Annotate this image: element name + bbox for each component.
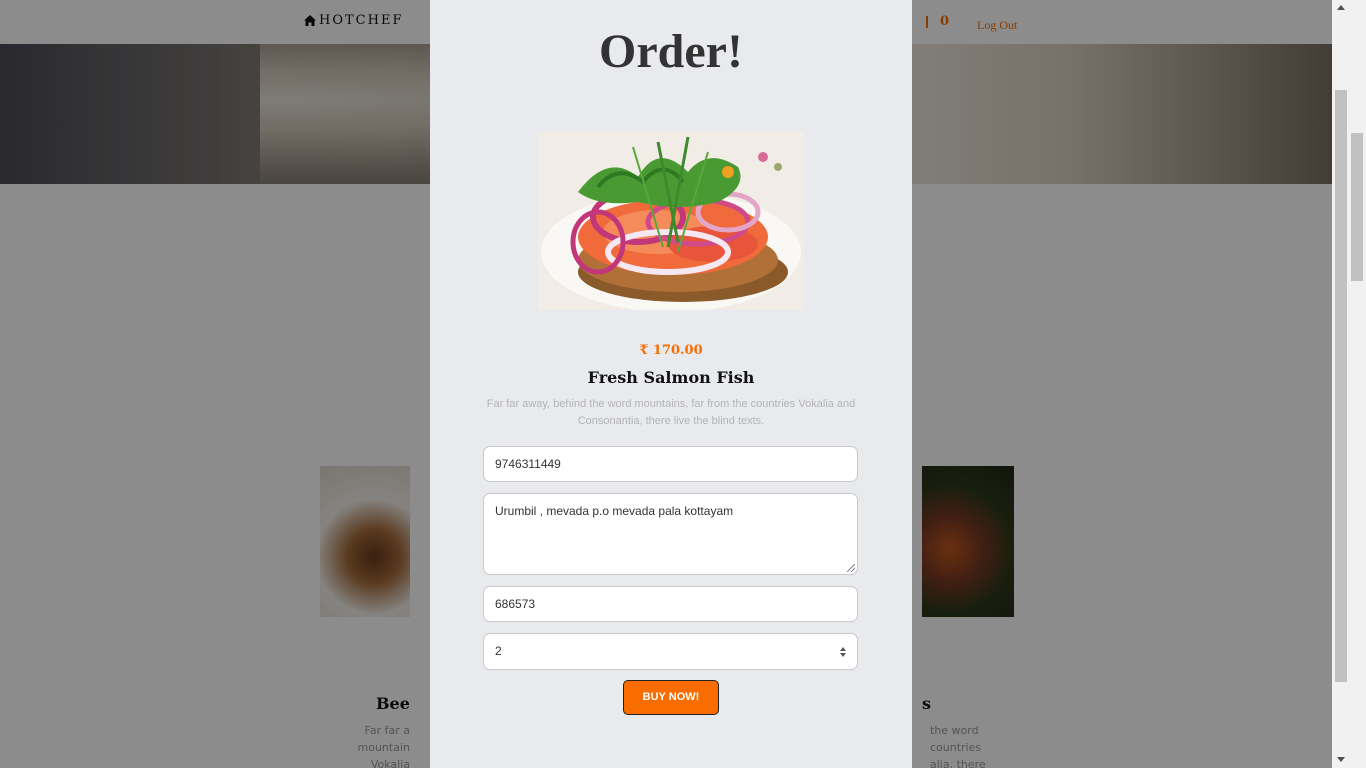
salmon-dish-illustration xyxy=(538,132,804,310)
decrement-icon[interactable] xyxy=(840,653,846,657)
scroll-down-icon[interactable] xyxy=(1337,757,1345,762)
product-description: Far far away, behind the word mountains,… xyxy=(486,398,856,427)
scrollbar-thumb-secondary[interactable] xyxy=(1351,133,1363,281)
address-value: Urumbil , mevada p.o mevada pala kottaya… xyxy=(495,504,734,518)
pincode-value: 686573 xyxy=(495,597,536,611)
scroll-up-icon[interactable] xyxy=(1337,5,1345,10)
quantity-stepper[interactable]: 2 xyxy=(483,633,858,670)
modal-title: Order! xyxy=(599,25,743,78)
pincode-input[interactable]: 686573 xyxy=(483,586,858,622)
scrollbar-thumb[interactable] xyxy=(1335,90,1347,682)
increment-icon[interactable] xyxy=(840,647,846,651)
phone-input[interactable]: 9746311449 xyxy=(483,446,858,482)
spinner-icon[interactable] xyxy=(839,645,846,659)
product-name: Fresh Salmon Fish xyxy=(587,368,755,387)
resize-grip-icon[interactable] xyxy=(847,564,855,572)
phone-value: 9746311449 xyxy=(495,457,561,471)
address-textarea[interactable]: Urumbil , mevada p.o mevada pala kottaya… xyxy=(483,493,858,575)
order-modal: Order! ₹ 170.00 Fresh Salmon Fish Far fa… xyxy=(430,0,912,768)
product-image xyxy=(538,132,804,310)
buy-now-button[interactable]: BUY NOW! xyxy=(623,680,719,715)
quantity-value: 2 xyxy=(495,644,502,658)
product-price: ₹ 170.00 xyxy=(639,343,703,358)
